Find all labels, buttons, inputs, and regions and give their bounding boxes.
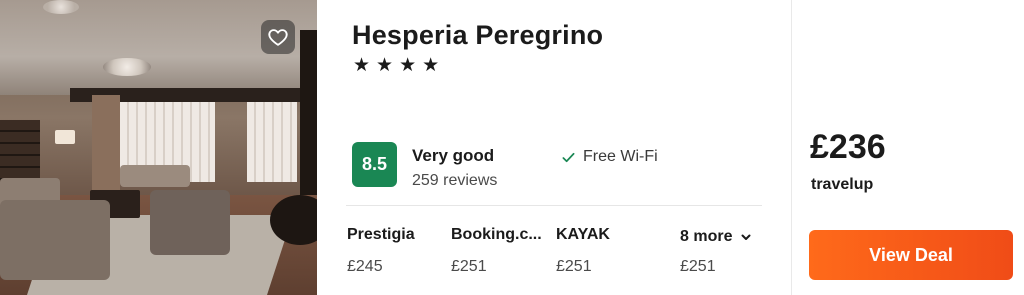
deal-price: £236	[810, 128, 886, 166]
review-score-badge: 8.5	[352, 142, 397, 187]
provider-price: £251	[556, 258, 592, 275]
provider-price: £245	[347, 258, 383, 275]
star-icon: ★	[399, 55, 417, 76]
column-divider	[791, 0, 792, 295]
hotel-name[interactable]: Hesperia Peregrino	[352, 20, 603, 51]
photo-ceiling-light	[43, 0, 79, 14]
more-providers-price: £251	[680, 258, 716, 275]
heart-outline-icon	[268, 29, 288, 46]
provider-name: Booking.c...	[451, 226, 542, 243]
photo-lamp	[55, 130, 75, 144]
photo-window	[247, 102, 297, 182]
hotel-photo[interactable]	[0, 0, 317, 295]
photo-pillar	[92, 95, 120, 195]
provider-option[interactable]: KAYAK £251	[556, 226, 610, 276]
star-icon: ★	[353, 55, 371, 76]
amenity-label: Free Wi-Fi	[583, 148, 658, 165]
chevron-down-icon	[741, 234, 751, 240]
more-providers-text: 8 more	[680, 228, 733, 245]
photo-sofa	[150, 190, 230, 255]
view-deal-button[interactable]: View Deal	[809, 230, 1013, 280]
check-icon	[562, 152, 575, 162]
photo-ceiling-light	[103, 58, 151, 76]
provider-option[interactable]: Booking.c... £251	[451, 226, 542, 276]
hotel-result-card[interactable]: Hesperia Peregrino ★ ★ ★ ★ 8.5 Very good…	[0, 0, 1024, 295]
provider-price: £251	[451, 258, 487, 275]
rating-label: Very good	[412, 146, 495, 165]
star-icon: ★	[376, 55, 394, 76]
divider	[346, 205, 762, 206]
photo-sofa	[0, 200, 110, 280]
review-count: 259 reviews	[412, 172, 498, 189]
star-icon: ★	[422, 55, 440, 76]
favorite-button[interactable]	[261, 20, 295, 54]
amenity-wifi: Free Wi-Fi	[561, 148, 658, 166]
more-providers-label: 8 more	[680, 228, 752, 246]
star-rating: ★ ★ ★ ★	[353, 56, 439, 76]
provider-name: KAYAK	[556, 226, 610, 243]
deal-provider: travelup	[811, 176, 874, 193]
provider-name: Prestigia	[347, 226, 415, 243]
photo-sofa	[120, 165, 190, 187]
more-providers-dropdown[interactable]: 8 more £251	[680, 228, 752, 276]
provider-option[interactable]: Prestigia £245	[347, 226, 415, 276]
